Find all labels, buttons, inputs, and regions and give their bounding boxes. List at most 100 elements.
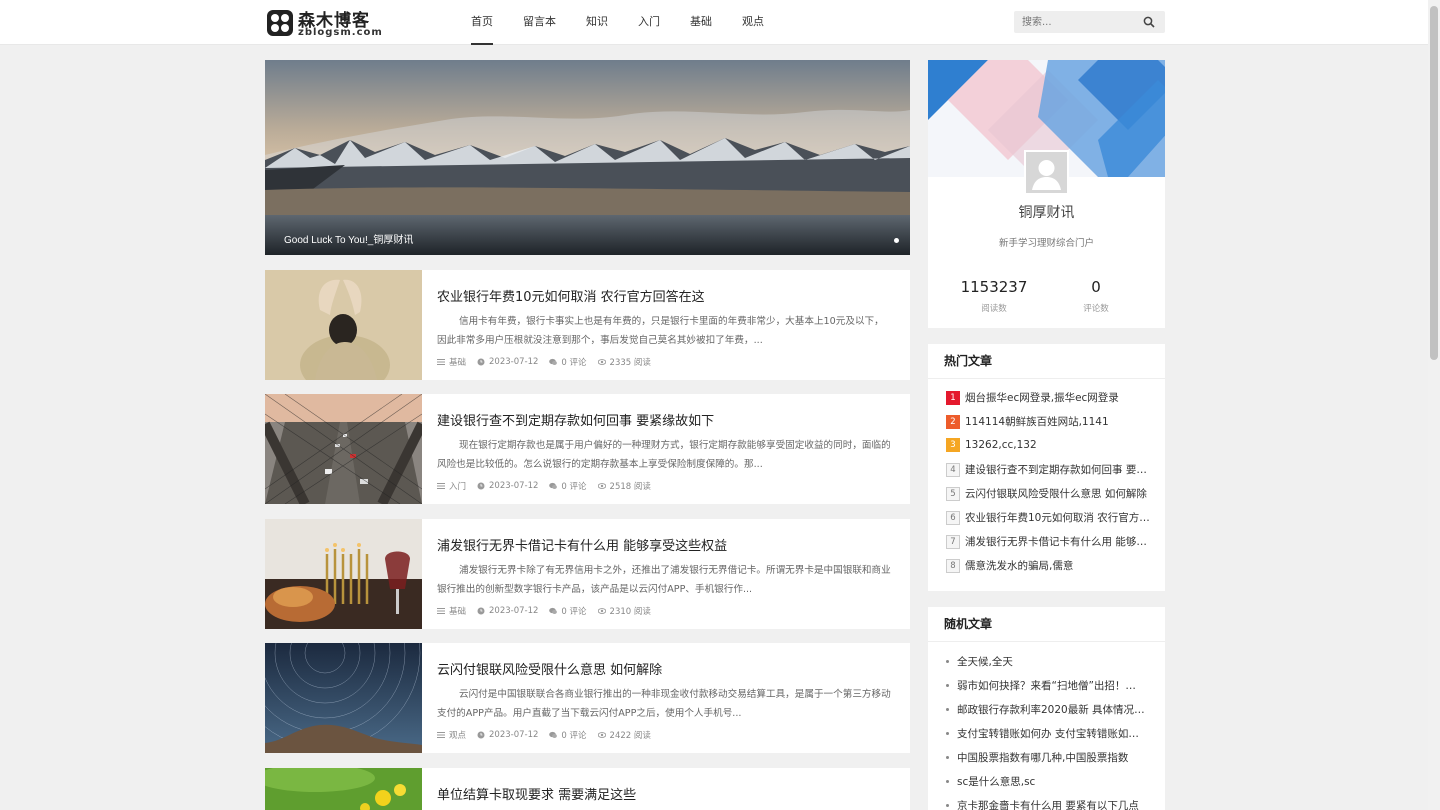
article-title[interactable]: 建设银行查不到定期存款如何回事 要紧缘故如下 bbox=[437, 410, 714, 429]
random-item[interactable]: 京卡那金嗇卡有什么用 要紧有以下几点 bbox=[946, 798, 1146, 810]
article-category[interactable]: 观点 bbox=[449, 729, 466, 741]
article-thumbnail[interactable] bbox=[265, 768, 422, 810]
widget-title: 随机文章 bbox=[928, 607, 1165, 642]
rank-badge: 5 bbox=[946, 486, 960, 501]
random-item-title[interactable]: 弱市如何抉择？来看“扫地僧”出招！这些.. bbox=[957, 678, 1146, 693]
rank-badge: 4 bbox=[946, 462, 960, 477]
article-category[interactable]: 基础 bbox=[449, 356, 466, 368]
comment-icon bbox=[549, 482, 558, 489]
article-card[interactable]: 农业银行年费10元如何取消 农行官方回答在这 信用卡有年费，银行卡事实上也是有年… bbox=[265, 270, 910, 380]
hot-item[interactable]: 5 云闪付银联风险受限什么意思 如何解除 bbox=[946, 486, 1151, 501]
reads-label: 阅读数 bbox=[981, 304, 1007, 314]
random-item-title[interactable]: 支付宝转错账如何办 支付宝转错账如何追回 bbox=[957, 726, 1146, 741]
random-item[interactable]: 支付宝转错账如何办 支付宝转错账如何追回 bbox=[946, 726, 1146, 741]
profile-description: 新手学习理财综合门户 bbox=[998, 238, 1094, 249]
article-views: 2518 阅读 bbox=[609, 482, 651, 492]
random-item-title[interactable]: 全天候,全天 bbox=[957, 654, 1013, 669]
article-thumbnail[interactable] bbox=[265, 394, 422, 504]
search-icon[interactable] bbox=[1143, 16, 1155, 28]
category-icon bbox=[437, 732, 445, 738]
hot-item-title[interactable]: 烟台振华ec网登录,振华ec网登录 bbox=[965, 390, 1119, 405]
clock-icon bbox=[477, 358, 485, 366]
category-icon bbox=[437, 483, 445, 489]
comments-label: 评论数 bbox=[1083, 304, 1109, 314]
rank-badge: 8 bbox=[946, 558, 960, 573]
bullet-icon bbox=[946, 756, 949, 759]
random-item[interactable]: 邮政银行存款利率2020最新 具体情况如下 bbox=[946, 702, 1146, 717]
hot-item[interactable]: 4 建设银行查不到定期存款如何回事 要紧缘故如下 bbox=[946, 462, 1151, 477]
nav-item-knowledge[interactable]: 知识 bbox=[586, 0, 608, 45]
hot-item[interactable]: 1 烟台振华ec网登录,振华ec网登录 bbox=[946, 390, 1151, 405]
article-category[interactable]: 入门 bbox=[449, 480, 466, 492]
hot-articles-widget: 热门文章 1 烟台振华ec网登录,振华ec网登录 2 114114朝鲜族百姓网站,1… bbox=[928, 344, 1165, 591]
hot-item-title[interactable]: 儒意洗发水的骗局,儒意 bbox=[965, 558, 1073, 573]
article-excerpt: 云闪付是中国银联联合各商业银行推出的一种非现金收付款移动交易结算工具，是属于一个… bbox=[437, 689, 891, 719]
article-date: 2023-07-12 bbox=[489, 481, 539, 491]
article-comments: 0 评论 bbox=[561, 607, 587, 617]
article-title[interactable]: 单位结算卡取现要求 需要满足这些 bbox=[437, 784, 636, 803]
article-meta: 观点 2023-07-12 0 评论 2422 阅读 bbox=[437, 729, 662, 741]
nav-item-guestbook[interactable]: 留言本 bbox=[523, 0, 556, 45]
article-meta: 入门 2023-07-12 0 评论 2518 阅读 bbox=[437, 480, 662, 492]
profile-name[interactable]: 铜厚财讯 bbox=[928, 202, 1165, 222]
page-scrollbar[interactable] bbox=[1428, 0, 1440, 810]
article-excerpt: 信用卡有年费，银行卡事实上也是有年费的，只是银行卡里面的年费非常少，大基本上10… bbox=[437, 316, 884, 346]
hot-item-title[interactable]: 114114朝鲜族百姓网站,1141 bbox=[965, 414, 1109, 429]
article-excerpt: 浦发银行无界卡除了有无界信用卡之外，还推出了浦发银行无界借记卡。所谓无界卡是中国… bbox=[437, 565, 891, 595]
article-card[interactable]: 单位结算卡取现要求 需要满足这些 bbox=[265, 768, 910, 810]
article-thumbnail[interactable] bbox=[265, 270, 422, 380]
hot-item-title[interactable]: 云闪付银联风险受限什么意思 如何解除 bbox=[965, 486, 1147, 501]
nav-item-basics[interactable]: 基础 bbox=[690, 0, 712, 45]
article-thumbnail[interactable] bbox=[265, 519, 422, 629]
article-date: 2023-07-12 bbox=[489, 357, 539, 367]
hot-item[interactable]: 2 114114朝鲜族百姓网站,1141 bbox=[946, 414, 1151, 429]
hot-item[interactable]: 8 儒意洗发水的骗局,儒意 bbox=[946, 558, 1151, 573]
top-navbar: 森木博客 zblogsm.com 首页 留言本 知识 入门 基础 观点 bbox=[0, 0, 1428, 45]
random-item[interactable]: 弱市如何抉择？来看“扫地僧”出招！这些.. bbox=[946, 678, 1146, 693]
rank-badge: 3 bbox=[946, 438, 960, 452]
nav-item-beginner[interactable]: 入门 bbox=[638, 0, 660, 45]
scrollbar-thumb[interactable] bbox=[1430, 6, 1438, 360]
random-item-title[interactable]: sc是什么意思,sc bbox=[957, 774, 1035, 789]
bullet-icon bbox=[946, 660, 949, 663]
article-meta: 基础 2023-07-12 0 评论 2335 阅读 bbox=[437, 356, 662, 368]
article-card[interactable]: 云闪付银联风险受限什么意思 如何解除 云闪付是中国银联联合各商业银行推出的一种非… bbox=[265, 643, 910, 753]
random-articles-widget: 随机文章 全天候,全天 弱市如何抉择？来看“扫地僧”出招！这些.. 邮政银行存款… bbox=[928, 607, 1165, 810]
random-item-title[interactable]: 邮政银行存款利率2020最新 具体情况如下 bbox=[957, 702, 1146, 717]
random-item[interactable]: 全天候,全天 bbox=[946, 654, 1146, 669]
rank-badge: 6 bbox=[946, 510, 960, 525]
slider-dot[interactable] bbox=[894, 238, 899, 243]
article-thumbnail[interactable] bbox=[265, 643, 422, 753]
search-input[interactable] bbox=[1014, 11, 1134, 33]
rank-badge: 2 bbox=[946, 414, 960, 429]
category-icon bbox=[437, 608, 445, 614]
hot-item-title[interactable]: 13262,cc,132 bbox=[965, 439, 1037, 451]
random-item[interactable]: sc是什么意思,sc bbox=[946, 774, 1146, 789]
avatar[interactable] bbox=[1024, 150, 1069, 195]
random-item[interactable]: 中国股票指数有哪几种,中国股票指数 bbox=[946, 750, 1146, 765]
logo-domain: zblogsm.com bbox=[298, 27, 383, 38]
article-title[interactable]: 农业银行年费10元如何取消 农行官方回答在这 bbox=[437, 286, 705, 305]
article-title[interactable]: 浦发银行无界卡借记卡有什么用 能够享受这些权益 bbox=[437, 535, 727, 554]
banner-slider[interactable]: Good Luck To You!_铜厚财讯 bbox=[265, 60, 910, 255]
article-card[interactable]: 建设银行查不到定期存款如何回事 要紧缘故如下 现在银行定期存款也是属于用户偏好的… bbox=[265, 394, 910, 504]
site-logo[interactable]: 森木博客 zblogsm.com bbox=[267, 8, 397, 38]
comment-icon bbox=[549, 607, 558, 614]
hot-item-title[interactable]: 建设银行查不到定期存款如何回事 要紧缘故如下 bbox=[965, 462, 1151, 477]
banner-image bbox=[265, 60, 910, 255]
hot-item-title[interactable]: 农业银行年费10元如何取消 农行官方回答在这 bbox=[965, 510, 1151, 525]
article-title[interactable]: 云闪付银联风险受限什么意思 如何解除 bbox=[437, 659, 662, 678]
hot-item[interactable]: 3 13262,cc,132 bbox=[946, 438, 1151, 452]
search-box bbox=[1014, 11, 1165, 33]
article-category[interactable]: 基础 bbox=[449, 605, 466, 617]
nav-item-home[interactable]: 首页 bbox=[471, 0, 493, 45]
hot-item[interactable]: 7 浦发银行无界卡借记卡有什么用 能够享受这些权益 bbox=[946, 534, 1151, 549]
random-item-title[interactable]: 京卡那金嗇卡有什么用 要紧有以下几点 bbox=[957, 798, 1139, 810]
main-nav: 首页 留言本 知识 入门 基础 观点 bbox=[471, 0, 794, 45]
banner-caption[interactable]: Good Luck To You!_铜厚财讯 bbox=[284, 231, 413, 246]
random-item-title[interactable]: 中国股票指数有哪几种,中国股票指数 bbox=[957, 750, 1128, 765]
hot-item[interactable]: 6 农业银行年费10元如何取消 农行官方回答在这 bbox=[946, 510, 1151, 525]
article-card[interactable]: 浦发银行无界卡借记卡有什么用 能够享受这些权益 浦发银行无界卡除了有无界信用卡之… bbox=[265, 519, 910, 629]
hot-item-title[interactable]: 浦发银行无界卡借记卡有什么用 能够享受这些权益 bbox=[965, 534, 1151, 549]
nav-item-opinion[interactable]: 观点 bbox=[742, 0, 764, 45]
